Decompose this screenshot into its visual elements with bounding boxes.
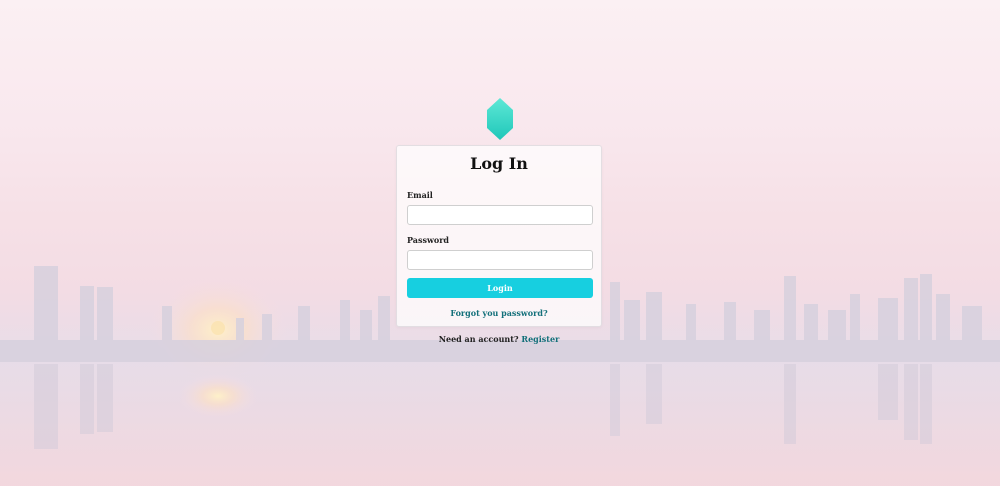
forgot-password-link[interactable]: Forgot you password? [397, 308, 601, 318]
password-field[interactable] [407, 250, 593, 270]
login-button[interactable]: Login [407, 278, 593, 298]
hexagon-logo-icon [487, 98, 513, 140]
password-label: Password [407, 235, 450, 245]
register-link[interactable]: Register [521, 334, 559, 344]
email-field[interactable] [407, 205, 593, 225]
page-title: Log In [470, 154, 528, 173]
register-prompt: Need an account? Register [396, 334, 602, 344]
email-label: Email [407, 190, 433, 200]
need-account-text: Need an account? [438, 334, 519, 344]
login-card: Log In Email Password Login Forgot you p… [396, 145, 602, 327]
